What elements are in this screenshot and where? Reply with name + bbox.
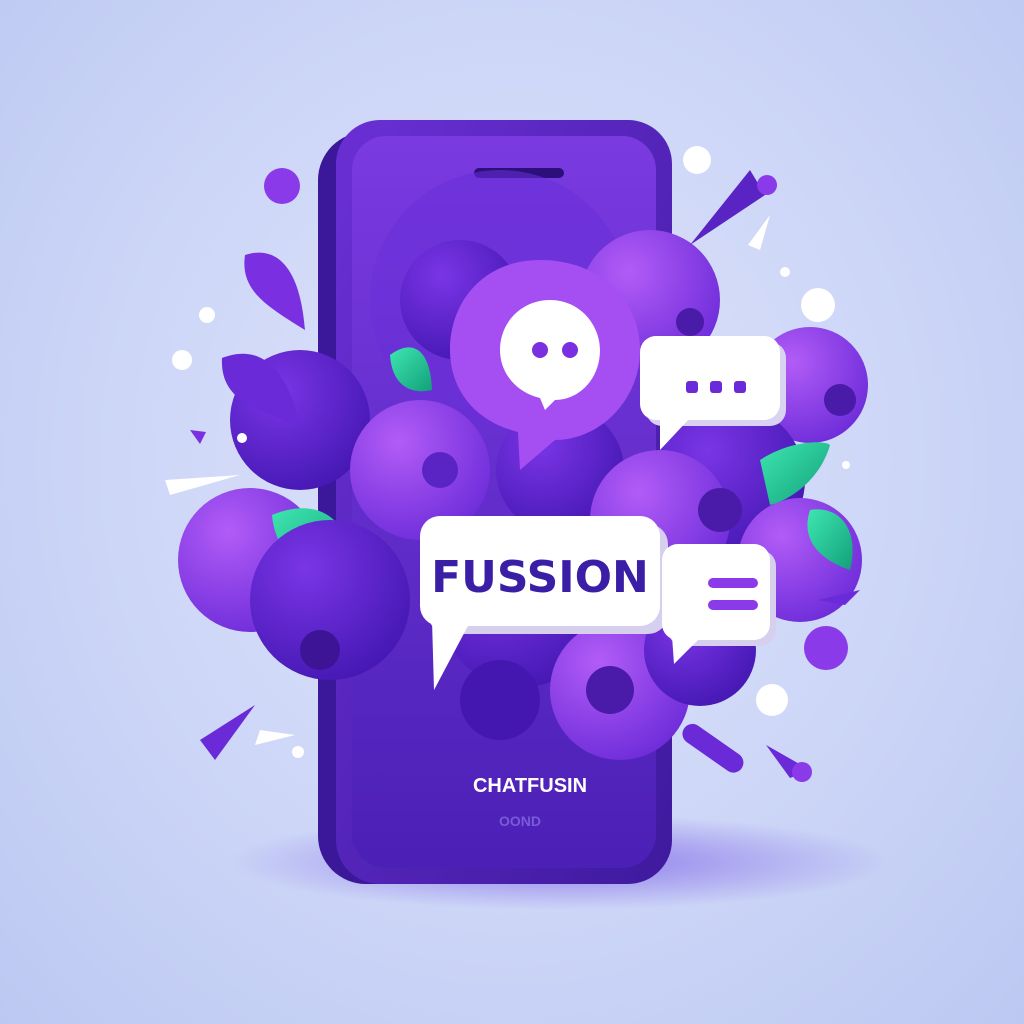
fussion-label: FUSSION xyxy=(431,552,649,603)
menu-lines-bubble-icon xyxy=(662,544,776,664)
phone-brand: CHATFUSIN xyxy=(473,775,587,797)
illustration: FUSSION CHATFUSIN OOND xyxy=(165,120,890,910)
phone-caption: OOND xyxy=(499,813,541,829)
